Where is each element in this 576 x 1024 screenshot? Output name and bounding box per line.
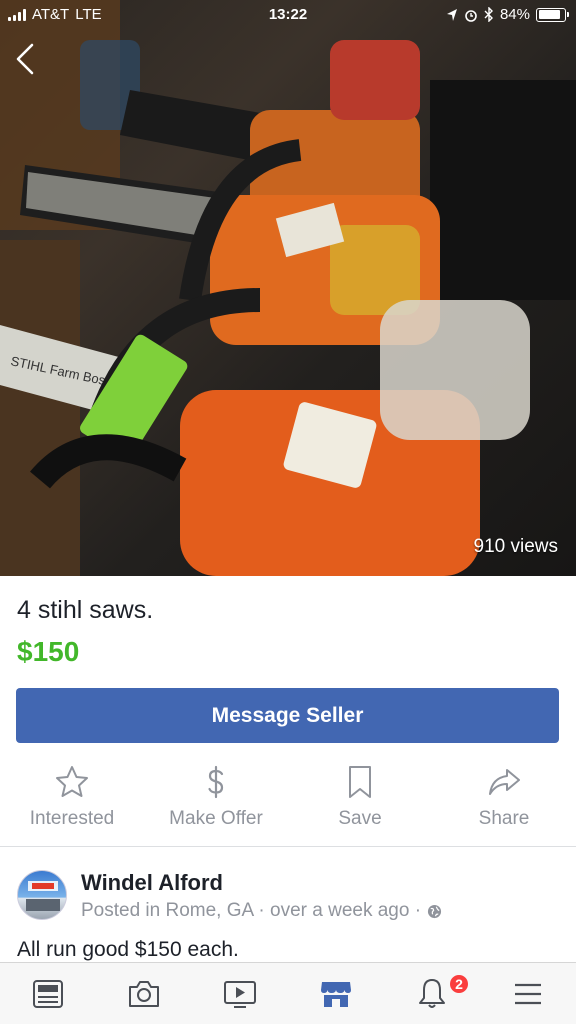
back-chevron-icon[interactable] <box>12 42 38 76</box>
dollar-icon <box>208 765 224 799</box>
listing-title: 4 stihl saws. <box>17 596 154 624</box>
menu-icon <box>515 983 541 1004</box>
bookmark-icon <box>349 766 371 798</box>
save-button[interactable]: Save <box>288 764 432 834</box>
battery-icon <box>536 7 569 22</box>
make-offer-button[interactable]: Make Offer <box>144 764 288 834</box>
seller-name[interactable]: Windel Alford <box>81 870 223 896</box>
notifications-icon <box>419 978 445 1008</box>
divider <box>0 846 576 847</box>
seller-info[interactable]: Windel Alford Posted in Rome, GA · over … <box>17 868 557 924</box>
battery-percent: 84% <box>499 6 530 23</box>
location-icon <box>446 8 457 21</box>
alarm-icon <box>465 9 477 22</box>
notifications-badge: 2 <box>448 973 470 995</box>
tab-bar: 2 <box>0 962 576 1024</box>
tab-menu[interactable] <box>480 963 576 1024</box>
globe-icon <box>428 904 442 918</box>
tab-notifications[interactable]: 2 <box>384 963 480 1024</box>
interested-button[interactable]: Interested <box>0 764 144 834</box>
tab-marketplace[interactable] <box>288 963 384 1024</box>
bluetooth-icon <box>484 7 493 22</box>
seller-avatar[interactable] <box>17 870 67 920</box>
camera-icon <box>129 980 159 1007</box>
share-label: Share <box>478 808 530 829</box>
tab-news-feed[interactable] <box>0 963 96 1024</box>
tab-watch[interactable] <box>192 963 288 1024</box>
view-count: 910 views <box>473 536 559 557</box>
marketplace-icon <box>321 981 351 1007</box>
make-offer-label: Make Offer <box>169 808 263 829</box>
listing-description: All run good $150 each. <box>17 938 239 961</box>
watch-icon <box>224 980 256 1008</box>
chainsaws-image: STIHL Farm Boss <box>0 0 576 576</box>
share-button[interactable]: Share <box>432 764 576 834</box>
status-bar: AT&T LTE 13:22 84% <box>0 0 576 30</box>
action-row: Interested Make Offer Save Share <box>0 764 576 834</box>
listing-photo[interactable]: STIHL Farm Boss <box>0 0 576 576</box>
listing-price: $150 <box>17 636 80 667</box>
news-feed-icon <box>33 979 63 1008</box>
share-icon <box>489 769 520 795</box>
star-icon <box>56 766 88 797</box>
tab-camera[interactable] <box>96 963 192 1024</box>
posted-meta: Posted in Rome, GA · over a week ago · <box>81 900 442 922</box>
message-seller-button[interactable]: Message Seller <box>16 688 559 743</box>
posted-location-time: Posted in Rome, GA · over a week ago · <box>81 900 422 921</box>
save-label: Save <box>338 808 382 829</box>
interested-label: Interested <box>29 808 115 829</box>
